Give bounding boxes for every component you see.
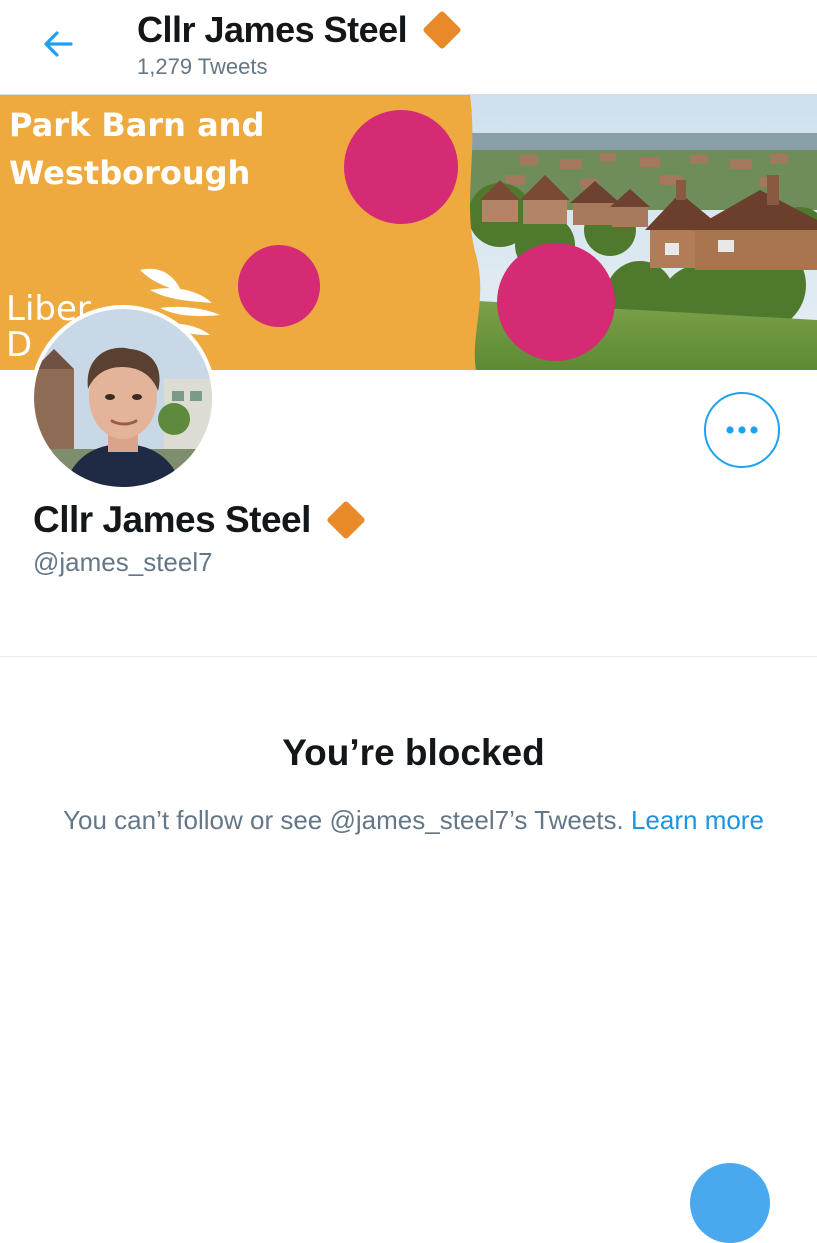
more-dots-icon	[726, 426, 758, 434]
banner-caption: Park Barn and Westborough	[9, 101, 309, 197]
blocked-title: You’re blocked	[282, 732, 545, 773]
profile-handle: @james_steel7	[33, 547, 213, 577]
banner-line-2: Westborough	[9, 154, 251, 192]
orange-diamond-icon	[327, 501, 365, 539]
avatar-photo	[34, 309, 212, 487]
header-title: Cllr James Steel	[137, 7, 465, 53]
divider	[0, 656, 817, 657]
tweet-count: 1,279 Tweets	[137, 54, 268, 79]
header-name: Cllr James Steel	[137, 9, 408, 50]
orange-diamond-icon	[423, 11, 461, 49]
back-button[interactable]	[34, 22, 82, 66]
profile-name: Cllr James Steel	[33, 497, 369, 543]
compose-button[interactable]	[690, 1163, 770, 1243]
banner-line-1: Park Barn and	[9, 106, 265, 144]
top-bar: Cllr James Steel 1,279 Tweets	[0, 0, 817, 95]
learn-more-link[interactable]: Learn more	[631, 805, 764, 835]
more-options-button[interactable]	[704, 392, 780, 468]
arrow-left-icon	[44, 31, 73, 57]
profile-avatar[interactable]	[30, 305, 216, 491]
display-name: Cllr James Steel	[33, 499, 311, 540]
blocked-message-text: You can’t follow or see @james_steel7’s …	[63, 805, 624, 835]
blocked-message: You can’t follow or see @james_steel7’s …	[40, 801, 787, 839]
